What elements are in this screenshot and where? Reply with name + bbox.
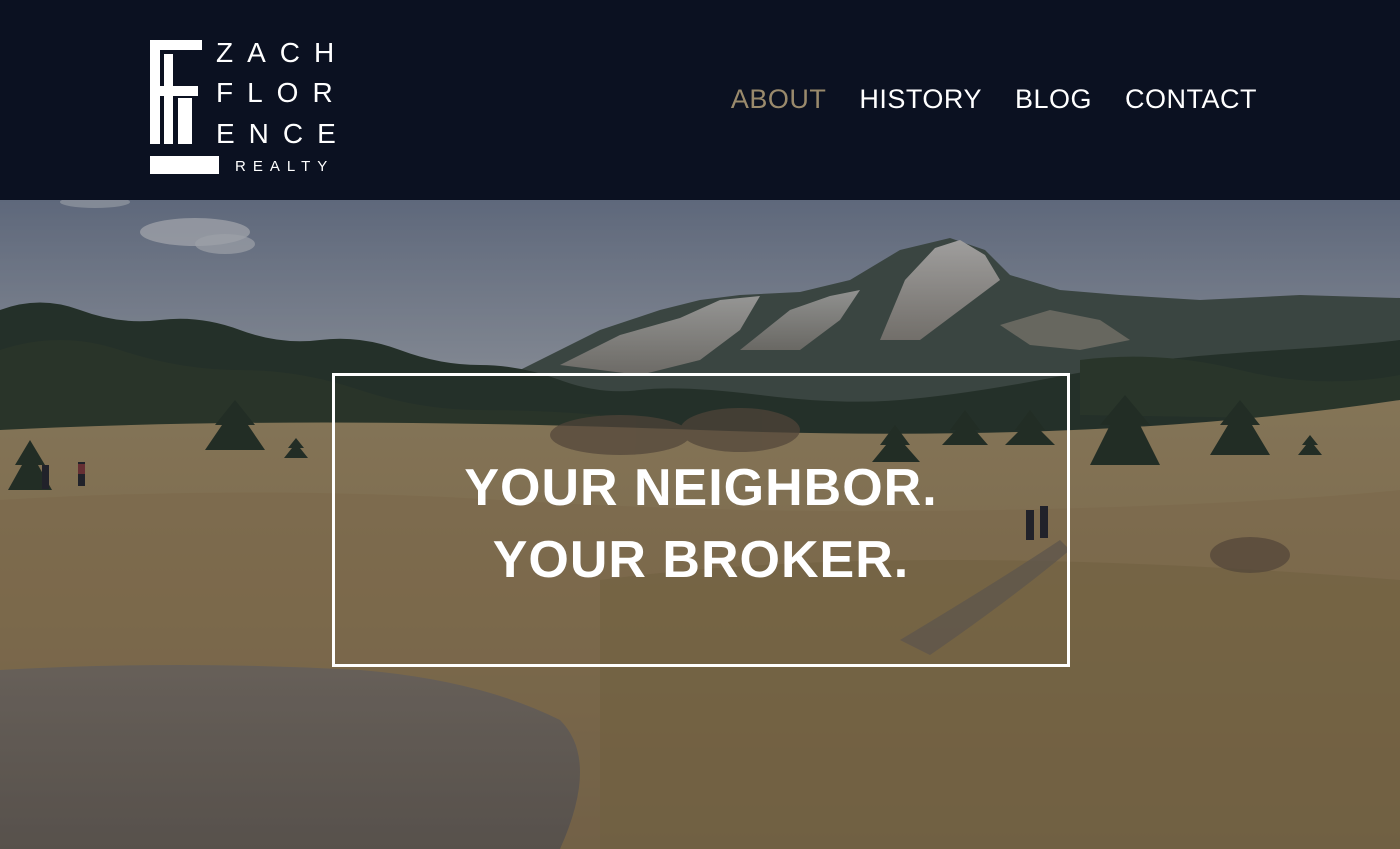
nav-item-history[interactable]: HISTORY <box>859 84 982 115</box>
nav-item-blog[interactable]: BLOG <box>1015 84 1092 115</box>
hero-tagline: YOUR NEIGHBOR. YOUR BROKER. <box>335 452 1067 596</box>
brand-name-line-3: ENCE <box>216 118 350 149</box>
hero-tagline-line-1: YOUR NEIGHBOR. <box>464 459 938 517</box>
hero-section: YOUR NEIGHBOR. YOUR BROKER. <box>0 200 1400 849</box>
nav-item-contact[interactable]: CONTACT <box>1125 84 1257 115</box>
nav-item-about[interactable]: ABOUT <box>731 84 827 115</box>
hero-tagline-line-2: YOUR BROKER. <box>492 531 910 589</box>
brand-name-line-2: FLOR <box>216 77 347 108</box>
site-header: ZACH FLOR ENCE REALTY ABOUT HISTORY BLOG… <box>0 0 1400 200</box>
hero-tagline-box: YOUR NEIGHBOR. YOUR BROKER. <box>332 373 1070 667</box>
brand-subtitle: REALTY <box>235 158 335 175</box>
main-nav: ABOUT HISTORY BLOG CONTACT <box>731 84 1257 115</box>
brand-name-line-1: ZACH <box>216 37 349 68</box>
brand-logo[interactable]: ZACH FLOR ENCE REALTY <box>150 37 350 176</box>
building-f-logo-icon <box>150 40 219 174</box>
